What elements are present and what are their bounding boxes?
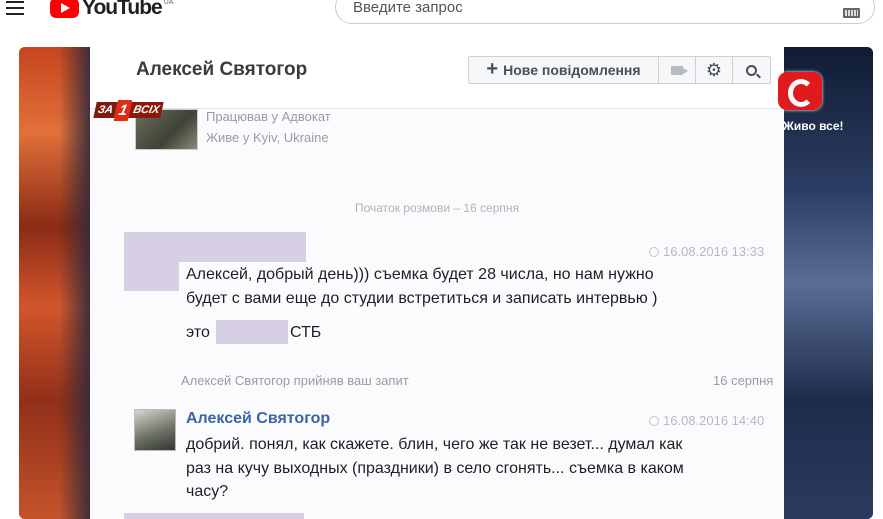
redacted-author-name <box>216 320 288 344</box>
youtube-wordmark: YouTube <box>82 0 163 19</box>
gear-icon: ⚙ <box>705 59 723 80</box>
studio-background-right <box>783 47 873 519</box>
message-line: Алексей, добрый день))) съемка будет 28 … <box>186 266 654 283</box>
message-line: раз на кучу выходных (праздники) в село … <box>186 460 684 477</box>
message-signature-suffix: СТБ <box>290 324 322 341</box>
clock-icon <box>649 247 659 257</box>
redacted-avatar-block <box>124 257 179 291</box>
messenger-header: Алексей Святогор + Нове повідомлення ⚙ <box>90 47 784 109</box>
profile-work: Працював у Адвокат <box>206 109 331 124</box>
plus-icon: + <box>486 57 499 80</box>
search-placeholder: Введите запрос <box>353 0 463 16</box>
studio-background-left <box>19 47 94 519</box>
messenger-panel: Алексей Святогор + Нове повідомлення ⚙ П… <box>90 47 784 519</box>
redacted-name-block <box>124 513 304 519</box>
za-vsikh-show-logo: ЗА 1 ВСІХ <box>92 98 177 122</box>
author-avatar[interactable] <box>134 409 176 451</box>
youtube-top-bar: YouTube UA Введите запрос <box>0 0 883 34</box>
video-call-button[interactable] <box>659 57 696 83</box>
message-timestamp: 16.08.2016 14:40 <box>649 413 764 428</box>
message-line: будет с вами еще до студии встретиться и… <box>186 290 658 307</box>
camera-icon <box>671 65 688 75</box>
new-message-label: Нове повідомлення <box>503 62 641 78</box>
new-message-button[interactable]: + Нове повідомлення <box>469 57 659 83</box>
conversation-title: Алексей Святогор <box>136 59 308 80</box>
search-input[interactable]: Введите запрос <box>335 0 875 24</box>
menu-icon[interactable] <box>6 1 24 15</box>
message-time-text: 16.08.2016 14:40 <box>663 413 765 428</box>
request-accepted-date: 16 серпня <box>713 373 774 388</box>
message-line: добрий. понял, как скажете. блин, чего ж… <box>186 436 683 453</box>
header-toolbar: + Нове повідомлення ⚙ <box>468 56 771 84</box>
message-timestamp: 16.08.2016 13:33 <box>649 244 764 259</box>
profile-location: Живе у Kyiv, Ukraine <box>206 130 329 145</box>
settings-button[interactable]: ⚙ <box>696 57 733 83</box>
keyboard-icon[interactable] <box>843 8 860 18</box>
search-conversation-button[interactable] <box>733 57 770 83</box>
message-signature-prefix: это <box>186 324 210 341</box>
message-time-text: 16.08.2016 13:33 <box>663 244 765 259</box>
search-icon <box>746 64 757 76</box>
conversation-start-divider: Початок розмови – 16 серпня <box>354 201 520 215</box>
request-accepted-notice: Алексей Святогор прийняв ваш запит <box>181 373 409 388</box>
region-label: UA <box>163 0 174 6</box>
logo-part: ВСІХ <box>128 102 165 118</box>
youtube-logo[interactable]: YouTube UA <box>50 0 173 20</box>
youtube-play-icon <box>50 0 79 18</box>
message-author[interactable]: Алексей Святогор <box>186 410 330 428</box>
stb-channel-logo <box>778 72 822 110</box>
channel-slogan: Живо все! <box>783 119 844 133</box>
message-line: часу? <box>186 483 229 500</box>
video-player[interactable]: Алексей Святогор + Нове повідомлення ⚙ П… <box>19 47 873 519</box>
clock-icon <box>649 416 659 426</box>
